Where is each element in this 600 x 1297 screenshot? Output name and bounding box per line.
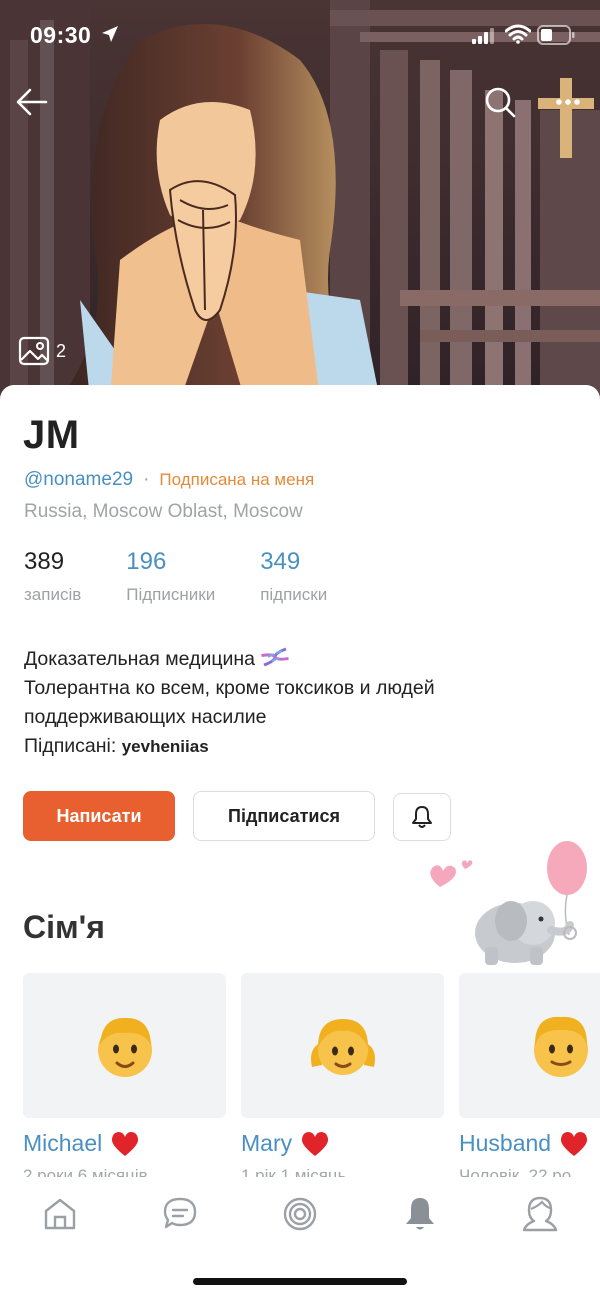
- man-emoji-icon: [533, 1016, 588, 1077]
- subscribed-user-link[interactable]: yevheniias: [122, 737, 209, 756]
- stat-following-label: підписки: [260, 585, 328, 604]
- family-member-avatar[interactable]: [241, 973, 444, 1118]
- cover-image[interactable]: 09:30 2: [0, 0, 600, 400]
- stat-followers-value: 196: [126, 548, 167, 575]
- heart-icon: [302, 1131, 329, 1156]
- bio-line-1: Доказательная медицина: [24, 645, 584, 674]
- dna-emoji-icon: [261, 647, 290, 667]
- family-member-name-text: Husband: [459, 1130, 552, 1156]
- tab-discover[interactable]: [280, 1194, 320, 1234]
- profile-icon: [522, 1196, 558, 1232]
- family-member-name[interactable]: Husband: [459, 1130, 600, 1157]
- stat-posts-label: записів: [24, 585, 82, 604]
- profile-name: JM: [23, 413, 80, 457]
- bell-icon: [412, 806, 432, 828]
- family-member-subtitle: 1 рік 1 місяць: [241, 1166, 347, 1177]
- tab-home[interactable]: [40, 1194, 80, 1234]
- status-time: 09:30: [30, 22, 92, 48]
- status-bar: 09:30: [0, 0, 600, 70]
- family-member-name-text: Michael: [23, 1130, 103, 1156]
- profile-location: Russia, Moscow Oblast, Moscow: [24, 501, 303, 522]
- family-member-name-text: Mary: [241, 1130, 293, 1156]
- handle-row: @noname29 · Подписана на меня: [24, 469, 314, 491]
- home-icon: [44, 1198, 76, 1230]
- notifications-icon: [406, 1198, 434, 1230]
- stat-following[interactable]: 349 підписки: [260, 548, 327, 605]
- battery-icon: [537, 25, 575, 45]
- discover-icon: [283, 1197, 317, 1231]
- tab-notifications[interactable]: [400, 1194, 440, 1234]
- cellular-signal-icon: [472, 28, 494, 44]
- family-member-name[interactable]: Mary: [241, 1130, 444, 1157]
- stat-posts-value: 389: [24, 548, 65, 575]
- stat-posts[interactable]: 389 записів: [24, 548, 81, 605]
- cover-photos-count[interactable]: 2: [18, 335, 66, 367]
- profile-stats: 389 записів 196 Підписники 349 підписки: [24, 548, 372, 605]
- stat-followers-label: Підписники: [126, 585, 216, 604]
- bio-line-1-text: Доказательная медицина: [24, 648, 256, 670]
- family-member-card[interactable]: Mary 1 рік 1 місяць: [241, 973, 444, 1177]
- profile-bio: Доказательная медицина Толерантна ко все…: [24, 645, 584, 761]
- family-member-card[interactable]: Husband Чоловік, 22 ро: [459, 973, 600, 1177]
- search-icon[interactable]: [482, 84, 518, 120]
- photos-count-value: 2: [56, 340, 67, 361]
- home-indicator[interactable]: [193, 1278, 407, 1285]
- subscribed-label: Підписані:: [24, 735, 122, 757]
- profile-handle[interactable]: @noname29: [24, 469, 133, 491]
- heart-icon: [561, 1131, 588, 1156]
- write-message-button[interactable]: Написати: [23, 791, 175, 841]
- family-carousel[interactable]: Michael 2 роки 6 місяців Mary 1 рік 1 мі…: [23, 973, 600, 1183]
- subscribed-line: Підписані: yevheniias: [24, 732, 584, 761]
- image-gallery-icon: [18, 336, 50, 366]
- bio-line-2: Толерантна ко всем, кроме токсиков и люд…: [24, 677, 435, 728]
- family-section-title: Сім'я: [23, 909, 105, 945]
- family-member-name[interactable]: Michael: [23, 1130, 226, 1157]
- profile-card: JM @noname29 · Подписана на меня Russia,…: [0, 385, 600, 1297]
- stat-followers[interactable]: 196 Підписники: [126, 548, 215, 605]
- stat-following-value: 349: [260, 548, 301, 575]
- family-member-avatar[interactable]: [23, 973, 226, 1118]
- follow-button[interactable]: Підписатися: [193, 791, 375, 841]
- elephant-balloon-illustration: [430, 841, 587, 965]
- location-arrow-icon: [102, 26, 118, 42]
- boy-emoji-icon: [97, 1017, 152, 1077]
- more-dots-icon[interactable]: [548, 87, 588, 117]
- messages-icon: [163, 1197, 197, 1229]
- tab-profile[interactable]: [520, 1194, 560, 1234]
- tab-messages[interactable]: [160, 1194, 200, 1234]
- family-member-card[interactable]: Michael 2 роки 6 місяців: [23, 973, 226, 1177]
- wifi-icon: [505, 24, 531, 44]
- handle-separator: ·: [143, 469, 150, 490]
- follows-me-badge: Подписана на меня: [159, 470, 315, 489]
- family-member-subtitle: 2 роки 6 місяців: [23, 1166, 148, 1177]
- girl-emoji-icon: [310, 1018, 375, 1075]
- family-member-avatar[interactable]: [459, 973, 600, 1118]
- notifications-toggle-button[interactable]: [393, 793, 451, 841]
- family-member-subtitle: Чоловік, 22 ро: [459, 1166, 572, 1177]
- back-arrow-icon[interactable]: [14, 84, 50, 120]
- bottom-tab-bar: [0, 1182, 600, 1252]
- heart-icon: [112, 1131, 139, 1156]
